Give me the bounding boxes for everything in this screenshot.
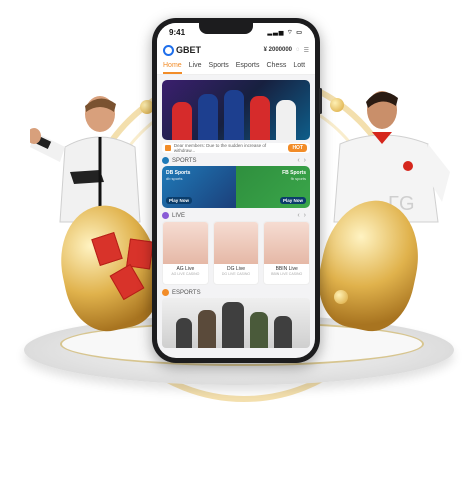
phone-screen: 9:41 ▂▃▅ ⌔ ▭ GBET ¥ 2000000 ◌ ☰ Home Liv… xyxy=(157,23,315,358)
banner-player xyxy=(224,90,244,140)
live-carousel-arrows[interactable]: ‹› xyxy=(297,212,310,219)
hot-badge[interactable]: HOT xyxy=(288,144,307,152)
announcement-icon xyxy=(165,145,171,151)
esports-section-header: ESPORTS xyxy=(162,289,310,296)
phone-side-button xyxy=(319,88,322,114)
phone-notch xyxy=(199,23,254,34)
banner-player xyxy=(172,102,192,140)
esports-character xyxy=(176,318,192,348)
live-section-title: LIVE xyxy=(172,212,186,219)
tab-sports[interactable]: Sports xyxy=(209,59,229,74)
sports-section-header: SPORTS ‹› xyxy=(162,157,310,164)
live-cards: AG Live AG LIVE CASINO DG Live DG LIVE C… xyxy=(162,221,311,285)
esports-icon xyxy=(162,289,169,296)
esports-character xyxy=(250,312,268,348)
esports-character xyxy=(222,302,244,348)
menu-icon[interactable]: ☰ xyxy=(304,47,309,54)
live-card-subtitle: AG LIVE CASINO xyxy=(171,272,200,276)
gold-coin-icon xyxy=(330,98,344,112)
tab-home[interactable]: Home xyxy=(163,59,182,74)
live-section-header: LIVE ‹› xyxy=(162,212,310,219)
phone-mockup: 9:41 ▂▃▅ ⌔ ▭ GBET ¥ 2000000 ◌ ☰ Home Liv… xyxy=(152,18,322,363)
sport-card-subtitle: fb sports xyxy=(290,176,306,181)
tab-lottery[interactable]: Lott xyxy=(293,59,305,74)
esports-character xyxy=(198,310,216,348)
live-dealer-image xyxy=(213,222,259,264)
bbin-live-card[interactable]: BBIN Live BBIN LIVE CASINO xyxy=(263,221,311,285)
sports-carousel-arrows[interactable]: ‹› xyxy=(297,157,310,164)
sports-icon xyxy=(162,157,169,164)
live-card-subtitle: DG LIVE CASINO xyxy=(221,272,251,276)
live-dealer-image xyxy=(264,222,310,264)
gold-coin-icon xyxy=(334,290,348,304)
esports-character xyxy=(274,316,292,348)
signal-wifi-battery-icon: ▂▃▅ ⌔ ▭ xyxy=(267,30,303,36)
play-now-button[interactable]: Play Now xyxy=(166,197,193,204)
banner-player xyxy=(198,94,218,140)
announcement-text: Dear members: Due to the sudden increase… xyxy=(173,143,267,153)
sports-cards: DB Sports db sports Play Now FB Sports f… xyxy=(162,166,310,208)
tab-chess[interactable]: Chess xyxy=(267,59,287,74)
live-card-subtitle: BBIN LIVE CASINO xyxy=(271,272,303,276)
tab-esports[interactable]: Esports xyxy=(236,59,260,74)
brand-logo[interactable]: GBET xyxy=(163,44,202,56)
play-now-button[interactable]: Play Now xyxy=(279,197,306,204)
status-time: 9:41 xyxy=(169,27,186,37)
app-header: GBET ¥ 2000000 ◌ ☰ xyxy=(157,41,315,59)
refresh-icon[interactable]: ◌ xyxy=(296,47,300,53)
tab-live[interactable]: Live xyxy=(189,59,202,74)
banner-player xyxy=(250,96,270,140)
sport-card-subtitle: db sports xyxy=(166,176,183,181)
esports-banner-image[interactable] xyxy=(162,298,310,348)
dg-live-card[interactable]: DG Live DG LIVE CASINO xyxy=(212,221,260,285)
live-dealer-image xyxy=(163,222,208,264)
brand-name: GBET xyxy=(176,45,202,55)
brand-logo-icon xyxy=(163,44,174,56)
live-icon xyxy=(162,212,169,219)
promo-banner[interactable] xyxy=(162,80,310,140)
ag-live-card[interactable]: AG Live AG LIVE CASINO xyxy=(162,221,209,285)
category-tabs: Home Live Sports Esports Chess Lott xyxy=(157,59,315,75)
banner-player xyxy=(276,100,296,140)
announcement-ticker[interactable]: Dear members: Due to the sudden increase… xyxy=(162,143,310,153)
fb-sports-card[interactable]: FB Sports fb sports Play Now xyxy=(236,166,310,208)
wallet-balance: ¥ 2000000 xyxy=(263,47,293,53)
sports-section-title: SPORTS xyxy=(172,157,197,164)
db-sports-card[interactable]: DB Sports db sports Play Now xyxy=(162,166,236,208)
status-bar: 9:41 ▂▃▅ ⌔ ▭ xyxy=(157,23,315,41)
esports-section-title: ESPORTS xyxy=(172,289,201,296)
